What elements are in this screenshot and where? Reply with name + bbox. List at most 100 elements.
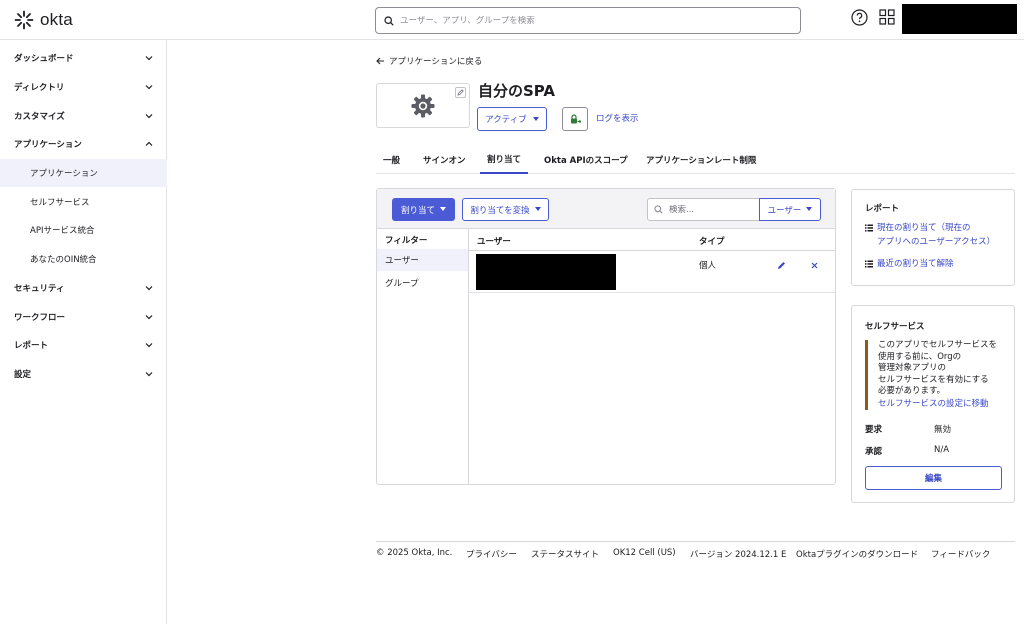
pencil-icon[interactable] [777,261,786,270]
help-icon[interactable] [851,9,868,26]
global-search[interactable] [375,7,801,34]
filter-users[interactable]: ユーザー [377,249,468,271]
chevron-down-icon [145,56,153,61]
chevron-down-icon [145,114,153,119]
sidebar-item-label: アプリケーション [14,140,82,150]
tab-general[interactable]: 一般 [383,146,400,174]
chevron-down-icon [145,85,153,90]
chevron-down-icon [145,286,153,291]
app-status-dropdown[interactable]: アクティブ [477,107,547,131]
notice-line: セルフサービスを有効にする [878,374,989,385]
sidebar-item-dashboard[interactable]: ダッシュボード [0,44,167,72]
request-value: 無効 [934,425,952,435]
chevron-down-icon [145,315,153,320]
assignment-search[interactable] [647,198,760,221]
sidebar-item-workflow[interactable]: ワークフロー [0,303,167,331]
chevron-down-icon [145,343,153,348]
sidebar: ダッシュボード ディレクトリ カスタマイズ アプリケーション アプリケーション … [0,40,167,624]
approval-value: N/A [934,445,950,455]
sidebar-item-applications[interactable]: アプリケーション [0,130,167,158]
column-header-user: ユーザー [477,237,511,247]
self-service-card-title: セルフサービス [865,322,925,332]
column-header-type: タイプ [699,237,725,247]
sidebar-item-label: ワークフロー [14,313,66,323]
sidebar-subitem-api-integrations[interactable]: APIサービス統合 [0,216,167,244]
back-to-applications-link[interactable]: アプリケーションに戻る [376,55,482,67]
okta-logo[interactable]: okta [14,10,73,30]
table-row: 個人 [469,251,835,293]
footer-status-site-link[interactable]: ステータスサイト [531,548,599,560]
convert-label: 割り当てを変換 [470,205,530,216]
request-label: 要求 [865,425,883,435]
filter-column: フィルター ユーザー グループ [377,229,469,484]
push-groups-button[interactable] [562,107,588,131]
self-service-settings-link[interactable]: セルフサービスの設定に移動 [878,399,1005,411]
notice-line: 必要があります。 [878,386,946,396]
sidebar-subitem-label: APIサービス統合 [30,226,95,236]
report-list-icon [865,260,873,268]
edit-self-service-button[interactable]: 編集 [865,466,1002,490]
app-grid-icon[interactable] [879,9,895,25]
chevron-down-icon [145,372,153,377]
pencil-icon [457,89,464,96]
sidebar-item-settings[interactable]: 設定 [0,360,167,388]
okta-wordmark: okta [40,10,73,29]
sidebar-item-label: ディレクトリ [14,83,65,93]
footer-copyright: © 2025 Okta, Inc. [376,548,453,558]
caret-down-icon [532,116,539,121]
sidebar-item-directory[interactable]: ディレクトリ [0,73,167,101]
notice-line: 使用する前に、Orgの [878,351,962,362]
sidebar-subitem-oin-integrations[interactable]: あなたのOIN統合 [0,245,167,273]
notice-line: 管理対象アプリの [878,363,947,373]
user-menu-redacted[interactable] [902,4,1017,34]
push-icon [571,114,581,124]
current-assignments-report-link[interactable]: 現在の割り当て（現在の アプリへのユーザーアクセス） [865,221,995,249]
back-link-label: アプリケーションに戻る [389,57,483,67]
tab-bar: 一般 サインオン 割り当て Okta APIのスコープ アプリケーションレート制… [376,146,1015,174]
sidebar-item-label: カスタマイズ [14,112,65,122]
status-label: アクティブ [485,115,527,125]
okta-sunburst-icon [14,10,34,30]
view-logs-link[interactable]: ログを表示 [596,112,639,124]
footer-version: バージョン 2024.12.1 E [690,550,787,560]
footer-privacy-link[interactable]: プライバシー [466,548,517,560]
global-search-input[interactable] [400,15,780,26]
reports-card: レポート 現在の割り当て（現在の アプリへのユーザーアクセス） 最近の割り当て解… [851,189,1015,286]
assignments-toolbar: 割り当て 割り当てを変換 ユーザー [377,189,835,229]
tab-sign-on[interactable]: サインオン [423,146,466,174]
footer-feedback-link[interactable]: フィードバック [931,548,990,560]
sidebar-subitem-self-service[interactable]: セルフサービス [0,188,167,216]
caret-down-icon [806,207,813,211]
filter-heading: フィルター [385,236,428,246]
caret-down-icon [440,207,446,211]
recent-unassignments-report-link[interactable]: 最近の割り当て解除 [865,257,954,271]
sidebar-item-security[interactable]: セキュリティ [0,274,167,302]
self-service-card: セルフサービス このアプリでセルフサービスを 使用する前に、Orgの 管理対象ア… [851,305,1015,503]
sidebar-item-customize[interactable]: カスタマイズ [0,102,167,130]
notice-line: このアプリでセルフサービスを [878,340,998,350]
top-bar: okta [0,0,1024,40]
reports-card-title: レポート [865,204,900,214]
search-scope-dropdown[interactable]: ユーザー [759,198,821,221]
close-icon[interactable] [810,261,819,270]
sidebar-item-label: レポート [14,341,49,351]
sidebar-item-label: セキュリティ [14,284,65,294]
self-service-notice: このアプリでセルフサービスを 使用する前に、Orgの 管理対象アプリの セルフサ… [865,340,1005,410]
report-link-line: 現在の割り当て（現在の [877,223,971,233]
assignments-table-header: ユーザー タイプ [469,229,835,251]
tab-assignments[interactable]: 割り当て [480,146,528,174]
assign-button[interactable]: 割り当て [392,198,455,221]
sidebar-item-reports[interactable]: レポート [0,331,167,359]
search-icon [384,15,394,26]
footer-plugin-link[interactable]: Oktaプラグインのダウンロード [796,548,918,560]
tab-app-rate-limits[interactable]: アプリケーションレート制限 [646,146,756,174]
convert-assignments-button[interactable]: 割り当てを変換 [462,198,549,221]
report-link-line: アプリへのユーザーアクセス） [877,237,996,247]
assignment-search-input[interactable] [669,204,754,215]
report-link-label: 最近の割り当て解除 [877,259,954,269]
tab-okta-api-scopes[interactable]: Okta APIのスコープ [544,146,628,174]
user-cell-redacted [476,254,616,290]
filter-groups[interactable]: グループ [377,272,468,294]
sidebar-subitem-applications[interactable]: アプリケーション [0,159,167,187]
edit-logo-button[interactable] [455,87,466,98]
